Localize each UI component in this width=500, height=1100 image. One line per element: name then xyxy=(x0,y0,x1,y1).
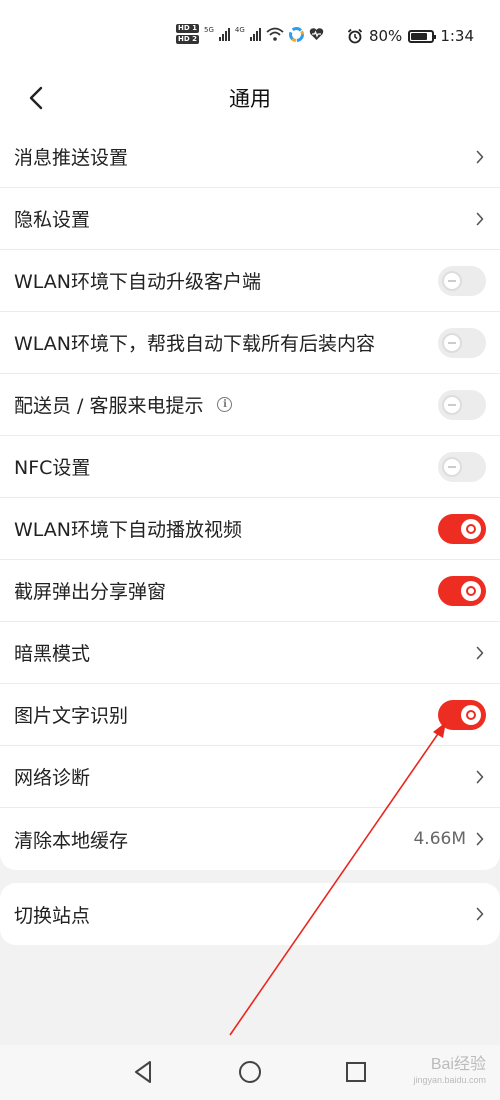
status-left-icons: HD 1 HD 2 5G 4G xyxy=(176,24,324,44)
nav-recents-icon[interactable] xyxy=(343,1059,369,1085)
battery-percent: 80% xyxy=(368,27,403,45)
health-icon xyxy=(309,28,323,40)
settings-row-label-wrap: 配送员 / 客服来电提示 i xyxy=(14,391,438,418)
settings-row[interactable]: NFC设置 xyxy=(0,436,500,498)
sim2-badge: HD 2 xyxy=(176,35,199,44)
settings-row-label-wrap: 切换站点 xyxy=(14,901,474,928)
page-header: 通用 xyxy=(0,70,500,126)
settings-row-label-wrap: WLAN环境下自动升级客户端 xyxy=(14,267,438,294)
settings-row[interactable]: 配送员 / 客服来电提示 i xyxy=(0,374,500,436)
settings-row-label: WLAN环境下自动升级客户端 xyxy=(14,271,262,293)
settings-row-label-wrap: 消息推送设置 xyxy=(14,143,474,170)
settings-row-label: 网络诊断 xyxy=(14,767,91,789)
settings-row-label: NFC设置 xyxy=(14,457,91,479)
signal-1-icon xyxy=(218,27,230,41)
toggle-switch[interactable] xyxy=(438,265,486,296)
settings-row[interactable]: 图片文字识别 xyxy=(0,684,500,746)
settings-list: 消息推送设置 隐私设置 WLAN环境下自动升级客户端 WLAN环境下，帮我自动下载所有… xyxy=(0,126,500,870)
battery-icon xyxy=(408,29,437,43)
settings-row-label-wrap: NFC设置 xyxy=(14,453,438,480)
settings-row-label: 清除本地缓存 xyxy=(14,829,129,852)
toggle-knob xyxy=(461,518,481,539)
settings-row-label-wrap: 暗黑模式 xyxy=(14,639,474,666)
chevron-right-icon xyxy=(474,147,486,167)
toggle-knob xyxy=(442,394,462,415)
status-right-icons: 80% 1:34 xyxy=(347,27,474,45)
chevron-right-icon xyxy=(474,767,486,787)
settings-row-label-wrap: 图片文字识别 xyxy=(14,701,438,728)
settings-row-label-wrap: 截屏弹出分享弹窗 xyxy=(14,577,438,604)
toggle-knob xyxy=(442,270,462,291)
watermark-logo: Bai经验 xyxy=(430,1056,486,1073)
toggle-switch[interactable] xyxy=(438,513,486,544)
settings-row-label: 切换站点 xyxy=(14,904,91,927)
toggle-switch[interactable] xyxy=(438,389,486,420)
settings-row[interactable]: 截屏弹出分享弹窗 xyxy=(0,560,500,622)
system-nav-bar xyxy=(0,1045,500,1100)
clock-time: 1:34 xyxy=(440,27,474,45)
settings-row[interactable]: WLAN环境下自动升级客户端 xyxy=(0,250,500,312)
signal-2-icon xyxy=(249,27,261,41)
settings-row[interactable]: WLAN环境下自动播放视频 xyxy=(0,498,500,560)
settings-row-label: 图片文字识别 xyxy=(14,705,129,727)
toggle-knob xyxy=(442,456,462,477)
settings-row[interactable]: 隐私设置 xyxy=(0,188,500,250)
settings-row-label-wrap: WLAN环境下自动播放视频 xyxy=(14,515,438,542)
page-title: 通用 xyxy=(229,87,271,111)
nav-back-icon[interactable] xyxy=(131,1059,157,1085)
settings-row[interactable]: 切换站点 xyxy=(0,883,500,945)
info-icon[interactable]: i xyxy=(217,397,233,412)
settings-row-label-wrap: 网络诊断 xyxy=(14,763,474,790)
chevron-right-icon xyxy=(474,209,486,229)
settings-row-label: 隐私设置 xyxy=(14,209,91,231)
battery-level-fill xyxy=(411,32,428,40)
settings-row-label: 消息推送设置 xyxy=(14,147,129,169)
nav-home-icon[interactable] xyxy=(237,1059,263,1085)
settings-row-label: 暗黑模式 xyxy=(14,643,91,665)
alarm-icon xyxy=(347,28,363,44)
settings-row[interactable]: 暗黑模式 xyxy=(0,622,500,684)
cache-size-value: 4.66M xyxy=(413,829,466,849)
settings-row[interactable]: WLAN环境下，帮我自动下载所有后装内容 xyxy=(0,312,500,374)
toggle-switch[interactable] xyxy=(438,575,486,606)
chevron-right-icon xyxy=(474,643,486,663)
settings-row-label: 截屏弹出分享弹窗 xyxy=(14,581,167,603)
chevron-right-icon xyxy=(474,904,486,924)
settings-row-label: WLAN环境下，帮我自动下载所有后装内容 xyxy=(14,333,376,355)
sim-indicators: HD 1 HD 2 xyxy=(176,24,199,44)
toggle-knob xyxy=(461,580,481,601)
sim1-badge: HD 1 xyxy=(176,24,199,33)
app-notification-icon xyxy=(288,26,304,42)
network-4g-label: 4G xyxy=(234,26,245,34)
settings-row[interactable]: 清除本地缓存 4.66M xyxy=(0,808,500,870)
toggle-switch[interactable] xyxy=(438,327,486,358)
settings-row-label-wrap: 清除本地缓存 xyxy=(14,826,413,853)
toggle-knob xyxy=(461,704,481,725)
settings-row-label: WLAN环境下自动播放视频 xyxy=(14,519,243,541)
settings-row-label-wrap: 隐私设置 xyxy=(14,205,474,232)
settings-row-label: 配送员 / 客服来电提示 xyxy=(14,395,204,417)
wifi-icon xyxy=(266,27,284,41)
settings-row-label-wrap: WLAN环境下，帮我自动下载所有后装内容 xyxy=(14,329,438,356)
watermark-url: jingyan.baidu.com xyxy=(413,1075,486,1085)
settings-row[interactable]: 消息推送设置 xyxy=(0,126,500,188)
settings-row[interactable]: 网络诊断 xyxy=(0,746,500,808)
network-5g-label: 5G xyxy=(203,26,214,34)
site-settings-list: 切换站点 xyxy=(0,883,500,945)
toggle-switch[interactable] xyxy=(438,699,486,730)
toggle-knob xyxy=(442,332,462,353)
status-bar: HD 1 HD 2 5G 4G 80% 1:34 xyxy=(0,0,500,70)
toggle-switch[interactable] xyxy=(438,451,486,482)
chevron-right-icon xyxy=(474,829,486,849)
